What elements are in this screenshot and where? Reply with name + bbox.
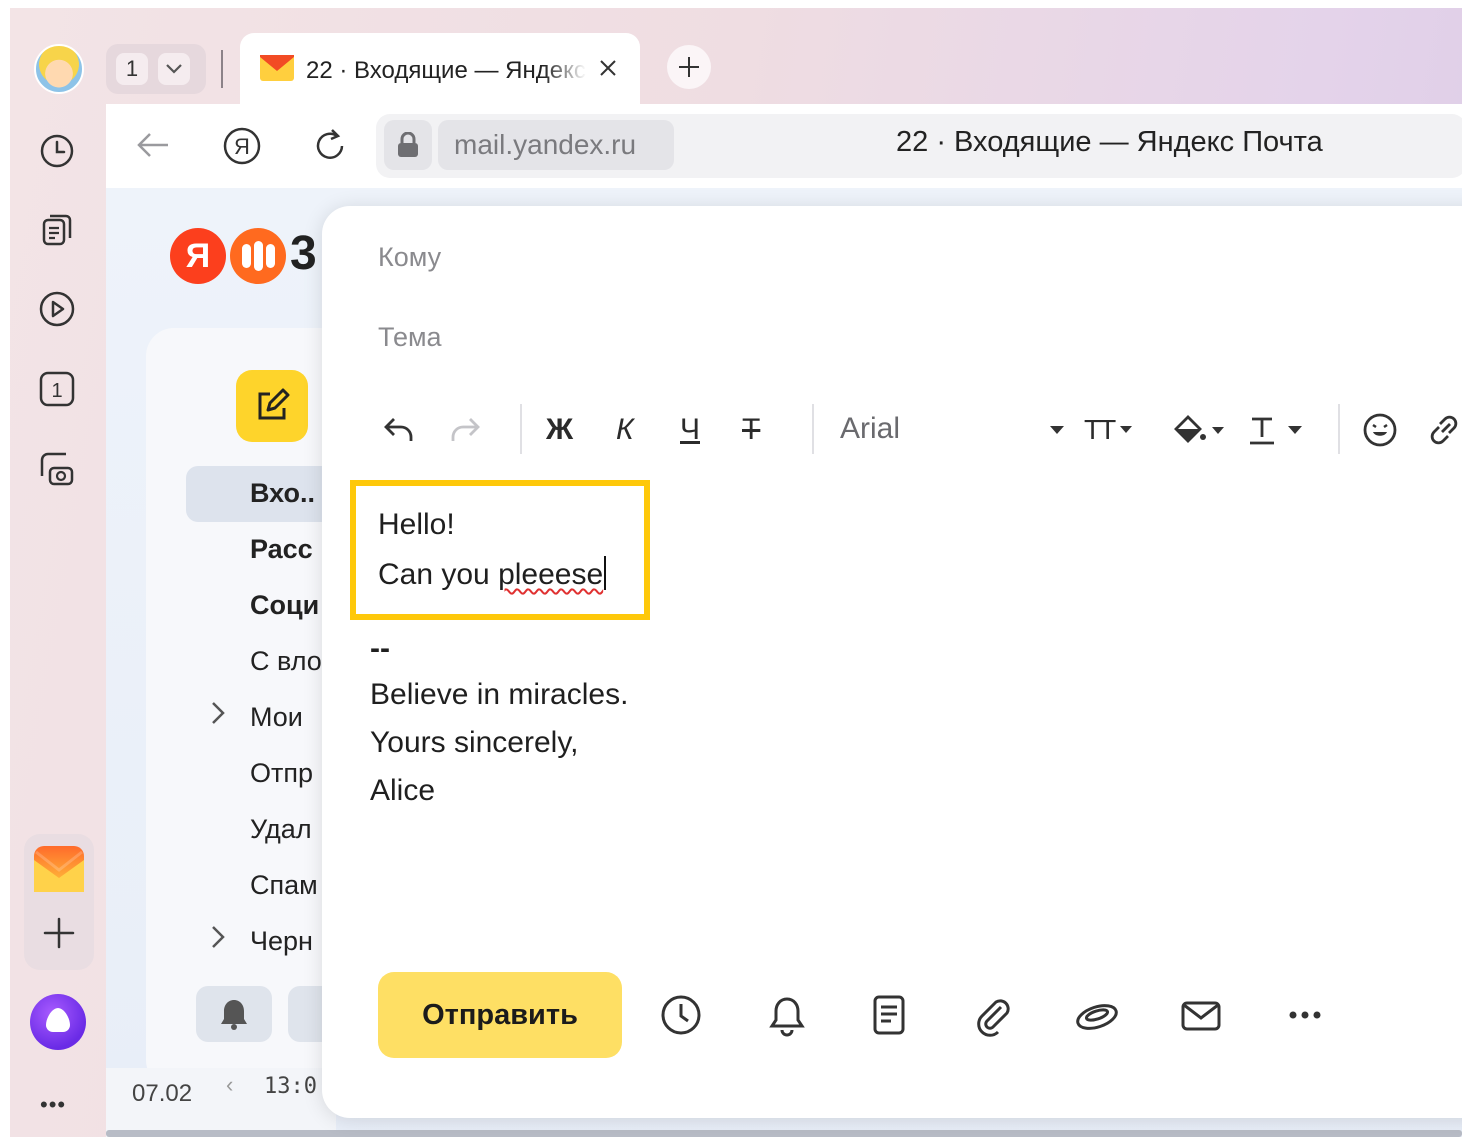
tab-count: 1 (116, 53, 148, 85)
pinned-apps (24, 834, 94, 970)
tab-separator (221, 50, 223, 88)
folder-spam[interactable]: Спам (250, 870, 318, 901)
active-tab[interactable]: 22 · Входящие — Яндекс Почта (240, 33, 640, 108)
underline-button[interactable]: Ч (680, 412, 700, 448)
compose-window: Кому Тема Ж К Ч Т Arial TT Hello! Can yo… (322, 206, 1462, 1118)
emoji-icon[interactable] (1362, 412, 1398, 448)
folder-my[interactable]: Мои (250, 702, 303, 733)
clock-icon[interactable] (658, 992, 704, 1038)
url-domain[interactable]: mail.yandex.ru (438, 120, 674, 170)
back-arrow-icon[interactable] (136, 130, 170, 165)
timeline-strip: 07.02 ‹ 13:0 (106, 1068, 336, 1137)
yandex-mail-favicon-icon (260, 55, 294, 86)
notifications-button[interactable] (196, 986, 272, 1042)
calendar-icon[interactable]: 1 (38, 370, 76, 408)
strikethrough-button[interactable]: Т (742, 412, 760, 448)
italic-button[interactable]: К (616, 412, 634, 448)
signature-line-2[interactable]: Yours sincerely, (370, 726, 578, 760)
font-size-button[interactable]: TT (1084, 412, 1134, 448)
horizontal-scrollbar[interactable] (106, 1130, 1462, 1137)
video-icon[interactable] (38, 290, 76, 328)
signature-separator: -- (370, 632, 390, 665)
text-color-icon[interactable] (1246, 412, 1306, 448)
more-icon[interactable] (1282, 992, 1328, 1038)
address-bar-title: 22 · Входящие — Яндекс Почта (896, 126, 1323, 158)
text-caret (604, 556, 607, 590)
font-size-label: TT (1084, 414, 1116, 445)
yandex-logo[interactable]: Я (170, 228, 226, 284)
close-tab-icon[interactable] (598, 58, 618, 83)
reload-icon[interactable] (312, 126, 348, 169)
profile-avatar[interactable] (34, 44, 84, 94)
body-line-1[interactable]: Hello! (378, 508, 455, 542)
send-button[interactable]: Отправить (378, 972, 622, 1058)
more-sidebar-icon[interactable]: ••• (40, 1092, 66, 1118)
signature-line-3[interactable]: Alice (370, 774, 435, 808)
template-icon[interactable] (866, 992, 912, 1038)
misspelled-word[interactable]: pleeese (498, 558, 603, 591)
date-label: 07.02 (132, 1080, 193, 1107)
font-dropdown-icon[interactable] (1048, 412, 1066, 448)
folder-inbox[interactable]: Вхо.. (250, 478, 315, 509)
add-app-icon[interactable] (42, 916, 76, 955)
calendar-day: 1 (51, 380, 62, 402)
new-tab-button[interactable] (667, 45, 711, 89)
bell-icon (221, 1000, 247, 1030)
browser-window: 1 ••• 1 22 · Входящие — Яндекс Почта (10, 8, 1462, 1137)
highlight-annotation (350, 480, 650, 620)
chevron-left-icon[interactable]: ‹ (226, 1072, 233, 1098)
lock-icon[interactable] (384, 120, 432, 170)
chevron-right-icon[interactable] (210, 924, 226, 957)
yandex-home-icon[interactable]: Я (222, 126, 262, 171)
time-label: 13:0 (264, 1074, 317, 1099)
toolbar-divider (1338, 404, 1340, 454)
attach-icon[interactable] (970, 992, 1016, 1038)
redo-icon[interactable] (448, 412, 482, 448)
yandex-360-logo[interactable] (230, 228, 286, 284)
folder-sent[interactable]: Отпр (250, 758, 313, 789)
folder-social[interactable]: Соци (250, 590, 319, 621)
link-icon[interactable] (1426, 412, 1462, 448)
tab-group-counter[interactable]: 1 (106, 44, 206, 94)
disk-icon[interactable] (1074, 992, 1120, 1038)
folder-newsletters[interactable]: Расс (250, 534, 313, 565)
svg-text:Я: Я (234, 134, 250, 159)
chevron-down-icon[interactable] (158, 53, 190, 85)
yandex-mail-app-icon[interactable] (34, 846, 84, 892)
screenshot-icon[interactable] (38, 450, 76, 488)
chevron-right-icon[interactable] (210, 700, 226, 733)
folder-deleted[interactable]: Удал (250, 814, 312, 845)
body-line-2-text: Can you (378, 558, 499, 591)
subject-field[interactable]: Тема (378, 322, 442, 353)
plus-icon (679, 57, 699, 77)
tab-title: 22 · Входящие — Яндекс Почта (306, 56, 586, 84)
toolbar-divider (520, 404, 522, 454)
tabs-icon[interactable] (38, 210, 76, 248)
service-logo-text: 3 (290, 227, 317, 280)
browser-toolbar: Я mail.yandex.ru 22 · Входящие — Яндекс … (106, 104, 1462, 188)
bell-icon[interactable] (764, 992, 810, 1038)
folder-drafts[interactable]: Черн (250, 926, 313, 957)
folder-attachments[interactable]: С вло (250, 646, 322, 677)
to-field[interactable]: Кому (378, 242, 441, 273)
toolbar-divider (812, 404, 814, 454)
bold-button[interactable]: Ж (546, 412, 573, 448)
alice-assistant-icon[interactable] (30, 994, 86, 1050)
signature-line-1[interactable]: Believe in miracles. (370, 678, 628, 712)
history-icon[interactable] (38, 132, 76, 170)
body-line-2[interactable]: Can you pleeese (378, 556, 607, 592)
mail-icon[interactable] (1178, 992, 1224, 1038)
edit-icon (258, 388, 290, 420)
compose-button[interactable] (236, 370, 308, 442)
font-select[interactable]: Arial (840, 412, 900, 446)
fill-color-icon[interactable] (1170, 412, 1228, 448)
undo-icon[interactable] (382, 412, 416, 448)
